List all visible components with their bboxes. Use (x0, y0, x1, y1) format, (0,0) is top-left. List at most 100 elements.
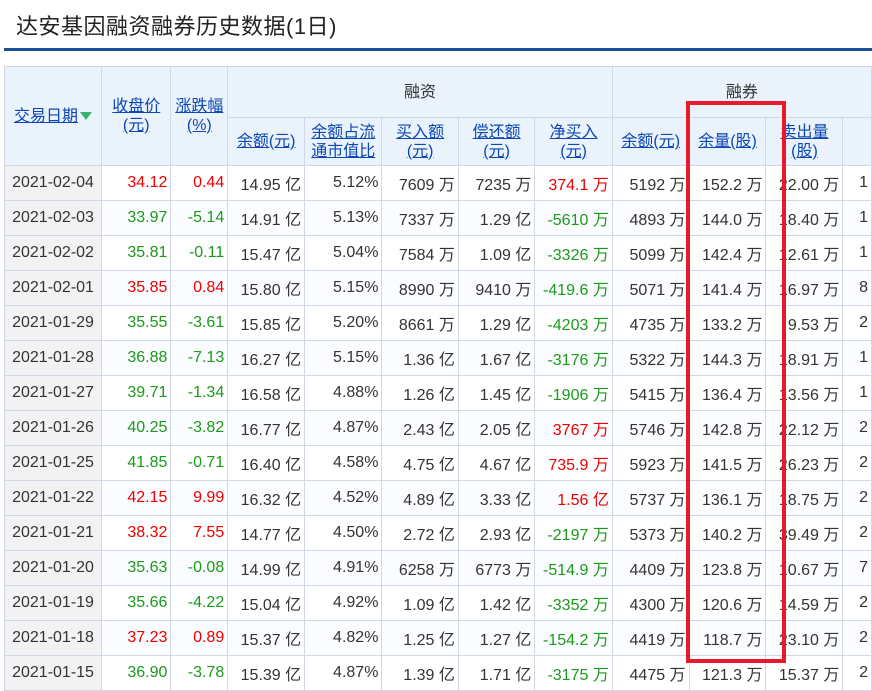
sl-volume-cell: 141.5 万 (688, 445, 767, 481)
sort-date-link[interactable]: 交易日期 (14, 108, 78, 125)
col-header-sl-sold[interactable]: 卖出量 (股) (765, 117, 844, 166)
fin-repay-cell: 1.71 亿 (457, 655, 536, 691)
sl-balance-cell: 5099 万 (611, 235, 690, 271)
fin-net-cell: 735.9 万 (534, 445, 613, 481)
change-header-label[interactable]: 涨跌幅 (175, 98, 223, 115)
date-cell: 2021-01-27 (3, 375, 103, 411)
fin-ratio-cell: 5.12% (304, 165, 383, 201)
date-cell: 2021-01-29 (3, 305, 103, 341)
fin-repay-header-label[interactable]: 偿还额 (473, 124, 521, 141)
fin-buy-cell: 2.43 亿 (381, 410, 459, 446)
fin-repay-header-unit[interactable]: (元) (483, 143, 510, 160)
sl-sold-cell: 15.37 万 (765, 655, 844, 691)
sort-down-arrow-icon[interactable] (80, 112, 93, 121)
change-cell: 9.99 (170, 480, 229, 516)
fin-buy-cell: 2.72 亿 (381, 515, 459, 551)
sl-balance-cell: 4735 万 (611, 305, 690, 341)
sl-balance-cell: 5737 万 (611, 480, 690, 516)
col-header-sl-extra[interactable] (842, 117, 872, 166)
group-header-securities-lending: 融券 (611, 66, 872, 118)
col-header-fin-repay[interactable]: 偿还额 (元) (457, 117, 536, 166)
date-cell: 2021-01-26 (3, 410, 103, 446)
fin-buy-cell: 1.36 亿 (381, 340, 459, 376)
sl-volume-cell: 142.4 万 (688, 235, 767, 271)
fin-balance-cell: 15.85 亿 (227, 305, 306, 341)
close-cell: 36.88 (101, 340, 172, 376)
col-header-fin-net[interactable]: 净买入 (元) (534, 117, 613, 166)
fin-ratio-header-line2[interactable]: 通市值比 (311, 143, 375, 160)
col-header-fin-balance[interactable]: 余额(元) (227, 117, 306, 166)
sl-volume-header-label[interactable]: 余量(股) (698, 133, 757, 150)
fin-buy-cell: 1.25 亿 (381, 620, 459, 656)
table-row: 2021-02-04 34.12 0.44 14.95 亿 5.12% 7609 万 723… (3, 165, 872, 201)
fin-repay-cell: 1.29 亿 (457, 200, 536, 236)
sl-extra-cell: 2 (842, 305, 872, 341)
date-cell: 2021-02-02 (3, 235, 103, 271)
change-cell: 0.89 (170, 620, 229, 656)
close-header-label[interactable]: 收盘价 (112, 98, 160, 115)
date-cell: 2021-01-22 (3, 480, 103, 516)
close-cell: 39.71 (101, 375, 172, 411)
fin-repay-cell: 1.45 亿 (457, 375, 536, 411)
fin-ratio-cell: 5.13% (304, 200, 383, 236)
sl-sold-cell: 12.61 万 (765, 235, 844, 271)
fin-buy-cell: 1.26 亿 (381, 375, 459, 411)
sl-extra-cell: 1 (842, 340, 872, 376)
sl-balance-header-label[interactable]: 余额(元) (621, 133, 680, 150)
date-cell: 2021-02-04 (3, 165, 103, 201)
col-header-sl-volume[interactable]: 余量(股) (688, 117, 767, 166)
title-divider (4, 48, 872, 51)
fin-buy-header-label[interactable]: 买入额 (396, 124, 444, 141)
col-header-change[interactable]: 涨跌幅 (%) (170, 66, 229, 166)
sl-volume-cell: 120.6 万 (688, 585, 767, 621)
col-header-fin-ratio[interactable]: 余额占流 通市值比 (304, 117, 383, 166)
fin-repay-cell: 1.27 亿 (457, 620, 536, 656)
fin-net-header-unit[interactable]: (元) (560, 143, 587, 160)
table-row: 2021-01-19 35.66 -4.22 15.04 亿 4.92% 1.09 亿 1.… (3, 585, 872, 621)
col-header-sl-balance[interactable]: 余额(元) (611, 117, 690, 166)
fin-net-cell: 374.1 万 (534, 165, 613, 201)
sl-extra-cell: 1 (842, 200, 872, 236)
col-header-fin-buy[interactable]: 买入额 (元) (381, 117, 459, 166)
fin-buy-cell: 4.89 亿 (381, 480, 459, 516)
fin-ratio-cell: 4.58% (304, 445, 383, 481)
change-cell: -4.22 (170, 585, 229, 621)
col-header-date[interactable]: 交易日期 (3, 66, 103, 166)
table-row: 2021-01-27 39.71 -1.34 16.58 亿 4.88% 1.26 亿 1.… (3, 375, 872, 411)
change-cell: 0.84 (170, 270, 229, 306)
fin-ratio-header-line1[interactable]: 余额占流 (311, 124, 375, 141)
sl-sold-cell: 14.59 万 (765, 585, 844, 621)
fin-net-cell: -4203 万 (534, 305, 613, 341)
sl-volume-cell: 118.7 万 (688, 620, 767, 656)
table-row: 2021-01-25 41.85 -0.71 16.40 亿 4.58% 4.75 亿 4.… (3, 445, 872, 481)
fin-balance-cell: 15.47 亿 (227, 235, 306, 271)
fin-ratio-cell: 5.15% (304, 270, 383, 306)
change-cell: -7.13 (170, 340, 229, 376)
change-cell: -3.78 (170, 655, 229, 691)
sl-balance-cell: 4409 万 (611, 550, 690, 586)
close-cell: 38.32 (101, 515, 172, 551)
sl-volume-cell: 152.2 万 (688, 165, 767, 201)
close-header-unit[interactable]: (元) (123, 117, 150, 134)
fin-net-header-label[interactable]: 净买入 (550, 124, 598, 141)
sl-sold-cell: 9.53 万 (765, 305, 844, 341)
sl-sold-cell: 22.12 万 (765, 410, 844, 446)
close-cell: 35.81 (101, 235, 172, 271)
fin-buy-cell: 8990 万 (381, 270, 459, 306)
change-header-unit[interactable]: (%) (187, 117, 212, 134)
sl-volume-cell: 121.3 万 (688, 655, 767, 691)
fin-repay-cell: 1.42 亿 (457, 585, 536, 621)
col-header-close[interactable]: 收盘价 (元) (101, 66, 172, 166)
fin-buy-header-unit[interactable]: (元) (407, 143, 434, 160)
sl-volume-cell: 140.2 万 (688, 515, 767, 551)
sl-sold-header-label[interactable]: 卖出量 (780, 124, 828, 141)
fin-net-cell: -514.9 万 (534, 550, 613, 586)
change-cell: -3.82 (170, 410, 229, 446)
fin-repay-cell: 2.93 亿 (457, 515, 536, 551)
sl-sold-header-unit[interactable]: (股) (791, 143, 818, 160)
close-cell: 40.25 (101, 410, 172, 446)
fin-balance-header-label[interactable]: 余额(元) (237, 133, 296, 150)
date-cell: 2021-01-19 (3, 585, 103, 621)
sl-sold-cell: 22.00 万 (765, 165, 844, 201)
sl-extra-cell: 2 (842, 655, 872, 691)
